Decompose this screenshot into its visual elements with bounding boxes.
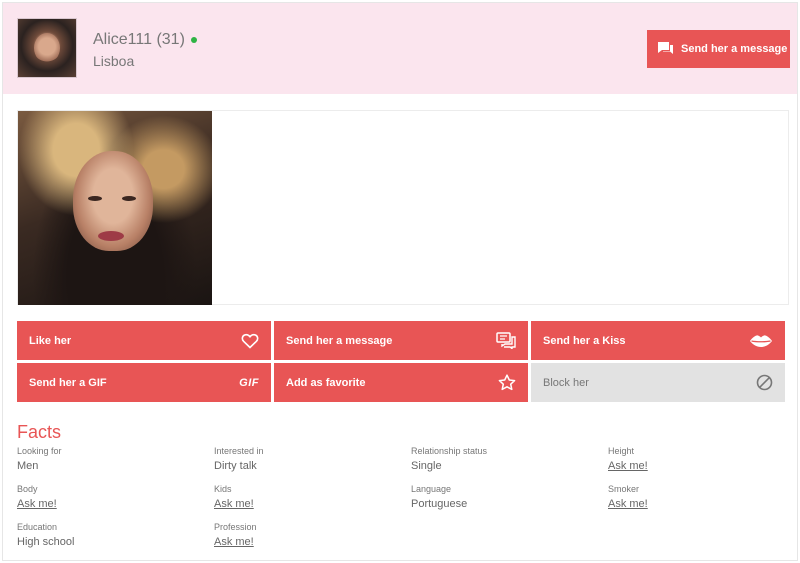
avatar[interactable] (17, 18, 77, 78)
photo-gallery (17, 110, 789, 305)
chat-bubbles-icon (496, 332, 516, 349)
fact-smoker: Smoker Ask me! (608, 484, 797, 514)
fact-language: Language Portuguese (411, 484, 608, 514)
heart-icon (241, 333, 259, 349)
profile-city: Lisboa (93, 53, 135, 69)
send-message-button[interactable]: Send her a message (647, 30, 790, 68)
add-favorite-label: Add as favorite (286, 376, 366, 389)
fact-value: Single (411, 460, 442, 472)
fact-label: Kids (214, 484, 232, 494)
fact-relationship-status: Relationship status Single (411, 446, 608, 476)
fact-kids: Kids Ask me! (214, 484, 411, 514)
fact-value: Men (17, 460, 39, 472)
send-gif-button[interactable]: Send her a GIF GIF (17, 363, 271, 402)
fact-looking-for: Looking for Men (17, 446, 214, 476)
facts-grid: Looking for Men Interested in Dirty talk… (17, 446, 797, 552)
block-icon (756, 374, 773, 391)
profile-header: Alice111 (31) Lisboa Send her a message (3, 3, 797, 94)
ask-me-link[interactable]: Ask me! (214, 533, 411, 551)
fact-interested-in: Interested in Dirty talk (214, 446, 411, 476)
send-kiss-button[interactable]: Send her a Kiss (531, 321, 785, 360)
fact-label: Height (608, 446, 635, 456)
photo-eye-right (122, 196, 136, 201)
fact-education: Education High school (17, 522, 214, 552)
ask-me-link[interactable]: Ask me! (214, 495, 411, 513)
profile-photo[interactable] (18, 111, 212, 305)
fact-label: Smoker (608, 484, 640, 494)
like-label: Like her (29, 334, 72, 347)
facts-title: Facts (17, 422, 62, 442)
star-icon (498, 374, 516, 391)
fact-value: Portuguese (411, 498, 468, 510)
fact-body: Body Ask me! (17, 484, 214, 514)
ask-me-link[interactable]: Ask me! (17, 495, 214, 513)
gif-icon: GIF (239, 376, 259, 389)
fact-label: Interested in (214, 446, 264, 456)
profile-name: Alice111 (93, 31, 152, 48)
fact-value: High school (17, 536, 75, 548)
ask-me-link[interactable]: Ask me! (608, 495, 797, 513)
fact-label: Language (411, 484, 452, 494)
photo-eye-left (88, 196, 102, 201)
block-label: Block her (543, 376, 589, 389)
fact-label: Profession (214, 522, 257, 532)
fact-value: Dirty talk (214, 460, 257, 472)
send-message-action-button[interactable]: Send her a message (274, 321, 528, 360)
photo-lips (98, 231, 124, 241)
fact-label: Relationship status (411, 446, 488, 456)
block-button[interactable]: Block her (531, 363, 785, 402)
like-button[interactable]: Like her (17, 321, 271, 360)
chat-icon (658, 42, 673, 54)
fact-label: Education (17, 522, 58, 532)
add-favorite-button[interactable]: Add as favorite (274, 363, 528, 402)
fact-label: Looking for (17, 446, 62, 456)
profile-page: Alice111 (31) Lisboa Send her a message … (2, 2, 798, 561)
fact-label: Body (17, 484, 38, 494)
send-message-action-label: Send her a message (286, 334, 393, 347)
fact-profession: Profession Ask me! (214, 522, 411, 552)
send-message-label: Send her a message (681, 43, 788, 55)
lips-icon (750, 334, 772, 347)
profile-age: (31) (156, 31, 185, 48)
fact-height: Height Ask me! (608, 446, 797, 476)
online-status-icon (190, 37, 197, 43)
ask-me-link[interactable]: Ask me! (608, 457, 797, 475)
send-kiss-label: Send her a Kiss (543, 334, 626, 347)
action-buttons: Like her Send her a message Send her a K… (17, 321, 789, 402)
profile-name-row: Alice111 (31) (93, 31, 197, 49)
send-gif-label: Send her a GIF (29, 376, 107, 389)
